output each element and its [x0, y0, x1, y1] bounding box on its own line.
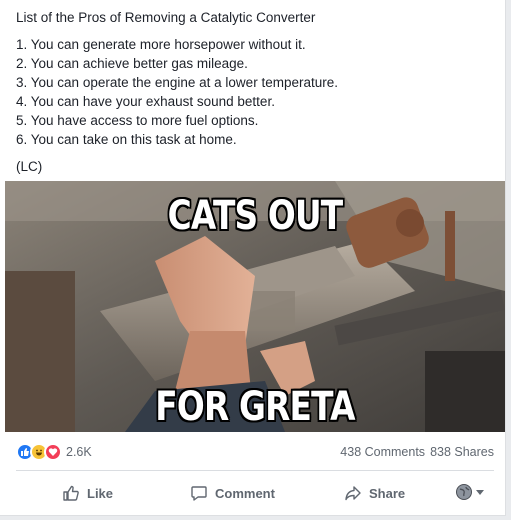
list-item: 6. You can take on this task at home. [16, 132, 237, 147]
list-item: 2. You can achieve better gas mileage. [16, 56, 248, 71]
engagement-stats: 2.6K 438 Comments 838 Shares [16, 440, 494, 464]
comment-button[interactable]: Comment [190, 484, 275, 502]
list-item: 1. You can generate more horsepower with… [16, 37, 306, 52]
comments-count[interactable]: 438 Comments [340, 445, 425, 459]
post-photo[interactable]: CATS OUT FOR GRETA [5, 181, 505, 432]
list-item: 5. You have access to more fuel options. [16, 113, 259, 128]
share-arrow-icon [345, 486, 361, 501]
post-body: List of the Pros of Removing a Catalytic… [16, 8, 496, 176]
like-button[interactable]: Like [62, 484, 113, 502]
meme-bottom-text: FOR GRETA [155, 384, 355, 430]
share-label: Share [369, 485, 406, 501]
reactions-summary[interactable]: 2.6K [16, 443, 92, 461]
globe-icon [456, 484, 472, 500]
thumbs-up-icon [63, 485, 79, 501]
meme-top-text: CATS OUT [167, 193, 343, 239]
comment-icon [191, 486, 207, 501]
divider [16, 470, 494, 471]
share-button[interactable]: Share [344, 484, 405, 502]
list-item: 3. You can operate the engine at a lower… [16, 75, 338, 90]
comment-label: Comment [215, 485, 275, 501]
audience-selector[interactable] [456, 484, 484, 500]
post-title: List of the Pros of Removing a Catalytic… [16, 10, 316, 25]
reaction-count[interactable]: 2.6K [66, 445, 92, 459]
post-card: List of the Pros of Removing a Catalytic… [0, 0, 506, 516]
chevron-down-icon [476, 489, 484, 495]
list-item: 4. You can have your exhaust sound bette… [16, 94, 275, 109]
action-bar: Like Comment Share [16, 476, 494, 510]
shares-count[interactable]: 838 Shares [430, 445, 494, 459]
like-label: Like [87, 485, 114, 501]
comment-share-counts: 438 Comments 838 Shares [340, 445, 494, 459]
post-signature: (LC) [16, 159, 43, 174]
love-icon [44, 443, 62, 461]
